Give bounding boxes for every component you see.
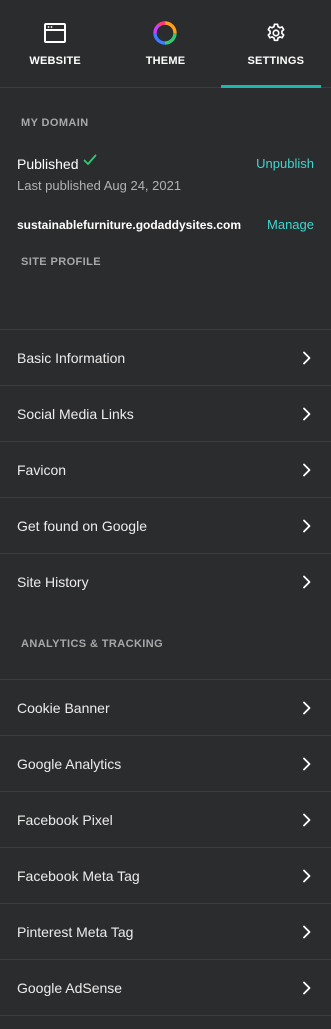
list-item-label: Favicon [17, 461, 67, 478]
list-item-cookie-banner[interactable]: Cookie Banner [0, 679, 331, 735]
site-profile-list: Basic Information Social Media Links Fav… [0, 329, 331, 609]
chevron-right-icon [301, 981, 313, 995]
publish-status-text: Published [17, 156, 79, 172]
my-domain-header: MY DOMAIN [21, 117, 89, 129]
chevron-right-icon [301, 519, 313, 533]
list-item-facebook-pixel[interactable]: Facebook Pixel [0, 791, 331, 847]
publish-status-row: Published Unpublish [17, 153, 314, 172]
chevron-right-icon [301, 925, 313, 939]
analytics-header: ANALYTICS & TRACKING [21, 638, 164, 650]
list-item-basic-information[interactable]: Basic Information [0, 329, 331, 385]
list-item-label: Facebook Pixel [17, 811, 113, 828]
manage-link[interactable]: Manage [267, 217, 314, 232]
list-item-get-found-on-google[interactable]: Get found on Google [0, 497, 331, 553]
list-item-label: Google AdSense [17, 979, 123, 996]
list-item-label: Pinterest Meta Tag [17, 923, 134, 940]
gear-icon [263, 20, 289, 46]
list-item-label: Social Media Links [17, 405, 134, 422]
domain-name: sustainablefurniture.godaddysites.com [17, 218, 242, 232]
list-item-favicon[interactable]: Favicon [0, 441, 331, 497]
chevron-right-icon [301, 351, 313, 365]
list-item-label: Google Analytics [17, 755, 122, 772]
list-item-site-history[interactable]: Site History [0, 553, 331, 609]
chevron-right-icon [301, 701, 313, 715]
top-nav: WEBSITE THEME SETTINGS [0, 0, 331, 88]
check-icon [83, 153, 97, 167]
list-item-social-media-links[interactable]: Social Media Links [0, 385, 331, 441]
tab-settings[interactable]: SETTINGS [220, 0, 331, 88]
list-item-google-analytics[interactable]: Google Analytics [0, 735, 331, 791]
last-published-text: Last published Aug 24, 2021 [17, 178, 182, 193]
unpublish-link[interactable]: Unpublish [256, 156, 314, 171]
tab-settings-label: SETTINGS [247, 55, 305, 67]
tab-website[interactable]: WEBSITE [0, 0, 110, 87]
list-item-google-adsense[interactable]: Google AdSense [0, 959, 331, 1015]
publish-status: Published [17, 153, 97, 172]
list-item-label: Facebook Meta Tag [17, 867, 140, 884]
chevron-right-icon [301, 757, 313, 771]
domain-row: sustainablefurniture.godaddysites.com Ma… [17, 217, 314, 232]
tab-theme[interactable]: THEME [110, 0, 220, 87]
list-divider [0, 1015, 331, 1016]
settings-panel: WEBSITE THEME SETTINGS MY DOMAIN Publish… [0, 0, 331, 1029]
list-item-label: Cookie Banner [17, 699, 110, 716]
chevron-right-icon [301, 575, 313, 589]
chevron-right-icon [301, 869, 313, 883]
tab-theme-label: THEME [145, 55, 186, 67]
list-item-label: Site History [17, 573, 89, 590]
color-wheel-icon [152, 20, 178, 46]
tab-website-label: WEBSITE [29, 55, 81, 67]
domain-block: Published Unpublish Last published Aug 2… [0, 153, 331, 333]
chevron-right-icon [301, 463, 313, 477]
list-item-label: Basic Information [17, 349, 126, 366]
list-item-facebook-meta-tag[interactable]: Facebook Meta Tag [0, 847, 331, 903]
chevron-right-icon [301, 813, 313, 827]
list-item-label: Get found on Google [17, 517, 147, 534]
chevron-right-icon [301, 407, 313, 421]
browser-window-icon [42, 20, 68, 46]
analytics-list: Cookie Banner Google Analytics Facebook … [0, 679, 331, 1016]
list-item-pinterest-meta-tag[interactable]: Pinterest Meta Tag [0, 903, 331, 959]
